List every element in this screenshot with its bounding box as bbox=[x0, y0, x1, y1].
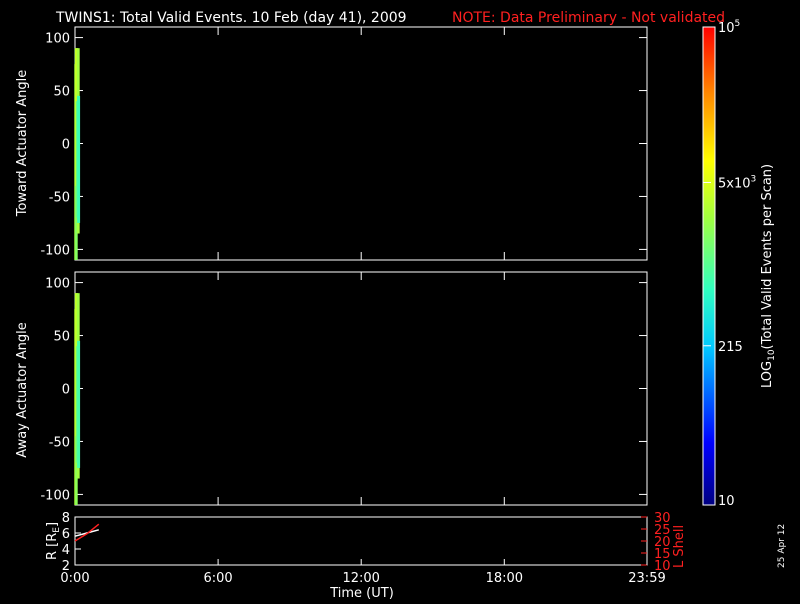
orbit-ytick-label: 4 bbox=[62, 543, 70, 558]
plot-page: TWINS1: Total Valid Events. 10 Feb (day … bbox=[0, 0, 800, 601]
orbit-y-axis-label: R [RE] bbox=[45, 522, 62, 560]
toward-ytick-label: 50 bbox=[53, 85, 70, 100]
away-ytick-label: 50 bbox=[53, 330, 70, 345]
orbit-y2-axis-label: L Shell bbox=[672, 525, 687, 568]
away-panel-frame bbox=[74, 271, 648, 506]
plot-canvas: TWINS1: Total Valid Events. 10 Feb (day … bbox=[15, 10, 787, 601]
orbit-y2tick-label: 30 bbox=[654, 511, 671, 526]
toward-panel-marks: -100 -50 0 50 100 bbox=[40, 27, 648, 261]
colorbar-tick-label: 105 bbox=[718, 19, 740, 36]
x-axis-label: Time (UT) bbox=[329, 586, 394, 600]
colorbar-label-sub: 10 bbox=[767, 349, 777, 361]
away-panel-marks: -100 -50 0 50 100 bbox=[40, 272, 648, 505]
colorbar-label-log: LOG bbox=[760, 361, 775, 388]
toward-ytick-label: -100 bbox=[40, 243, 70, 258]
date-stamp: 25 Apr 12 bbox=[777, 524, 787, 568]
orbit-panel-frame bbox=[74, 516, 648, 566]
away-ytick-label: -50 bbox=[49, 435, 70, 450]
plot-title: TWINS1: Total Valid Events. 10 Feb (day … bbox=[55, 10, 407, 26]
toward-panel-frame bbox=[74, 26, 648, 261]
toward-y-axis-label: Toward Actuator Angle bbox=[15, 70, 30, 217]
toward-ytick-label: 0 bbox=[62, 138, 70, 153]
data-note: NOTE: Data Preliminary - Not validated bbox=[452, 10, 725, 26]
x-tick-label: 6:00 bbox=[203, 571, 232, 586]
colorbar-label-rest: (Total Valid Events per Scan) bbox=[760, 164, 775, 350]
away-ytick-label: 100 bbox=[45, 277, 70, 292]
colorbar bbox=[702, 26, 716, 506]
x-tick-label: 18:00 bbox=[486, 571, 523, 586]
orbit-ytick-label: 8 bbox=[62, 511, 70, 526]
x-tick-label: 12:00 bbox=[342, 571, 379, 586]
away-ytick-label: 0 bbox=[62, 383, 70, 398]
colorbar-tick-label: 215 bbox=[718, 340, 743, 355]
away-y-axis-label: Away Actuator Angle bbox=[15, 322, 30, 457]
orbit-ylabel-main: R [R bbox=[45, 533, 60, 560]
colorbar-tick-label: 5x103 bbox=[718, 174, 756, 191]
toward-ytick-label: -50 bbox=[49, 190, 70, 205]
x-tick-label: 23:59 bbox=[628, 571, 665, 586]
x-tick-label: 0:00 bbox=[60, 571, 89, 586]
toward-ytick-label: 100 bbox=[45, 32, 70, 47]
toward-event-column bbox=[77, 95, 81, 223]
orbit-ytick-label: 6 bbox=[62, 527, 70, 542]
colorbar-tick-label: 10 bbox=[718, 494, 735, 509]
colorbar-label: LOG10(Total Valid Events per Scan) bbox=[760, 164, 777, 388]
orbit-ylabel-close: ] bbox=[45, 522, 60, 527]
away-ytick-label: -100 bbox=[40, 488, 70, 503]
away-event-column bbox=[77, 340, 81, 468]
orbit-panel-marks: 246810152025300:00 6:00 12:00 18:00 23:59 bbox=[60, 511, 670, 586]
